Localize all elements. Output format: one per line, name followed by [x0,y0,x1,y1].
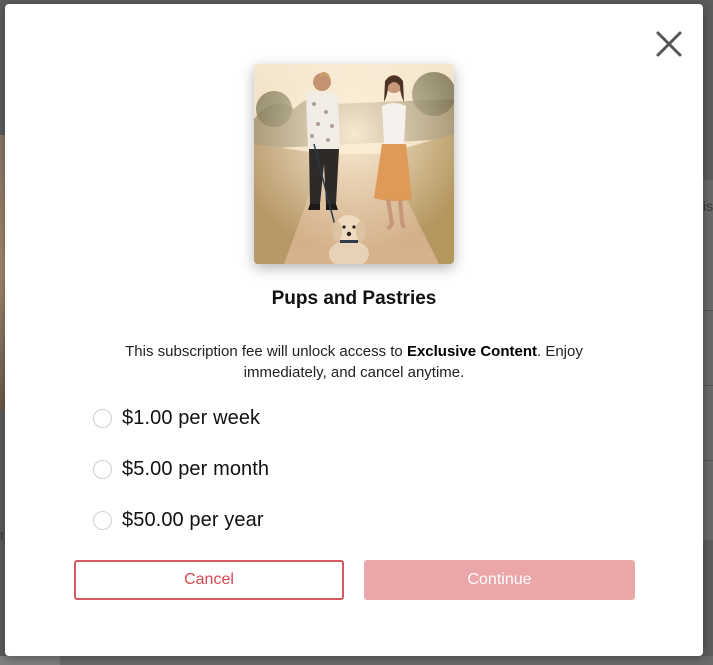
option-monthly[interactable]: $5.00 per month [93,454,269,484]
cancel-button[interactable]: Cancel [74,560,344,600]
creator-photo-image [254,64,454,264]
option-label: $5.00 per month [122,457,270,480]
subscription-modal: Pups and Pastries This subscription fee … [5,4,703,656]
background-divider [703,385,713,386]
background-text-fragment: is [703,198,713,214]
close-icon [656,31,682,57]
modal-title: Pups and Pastries [271,288,437,309]
description-emphasis: Exclusive Content [406,343,537,360]
background-divider [703,460,713,461]
option-label: $1.00 per week [122,406,261,429]
background-panel-fragment [703,180,713,540]
background-bottom-left [0,656,60,665]
option-yearly[interactable]: $50.00 per year [93,505,264,535]
close-button[interactable] [653,28,685,60]
radio-button[interactable] [93,408,112,428]
subscription-description: This subscription fee will unlock access… [105,341,603,383]
background-bottom-strip [0,656,713,665]
option-weekly[interactable]: $1.00 per week [93,403,260,433]
continue-button[interactable]: Continue [364,560,635,600]
creator-photo [254,64,454,264]
background-divider [703,310,713,311]
background-text-fragment-left: t [0,528,4,543]
radio-button[interactable] [93,510,112,530]
radio-button[interactable] [93,459,112,479]
description-text: This subscription fee will unlock access… [125,343,407,360]
option-label: $50.00 per year [122,508,264,531]
